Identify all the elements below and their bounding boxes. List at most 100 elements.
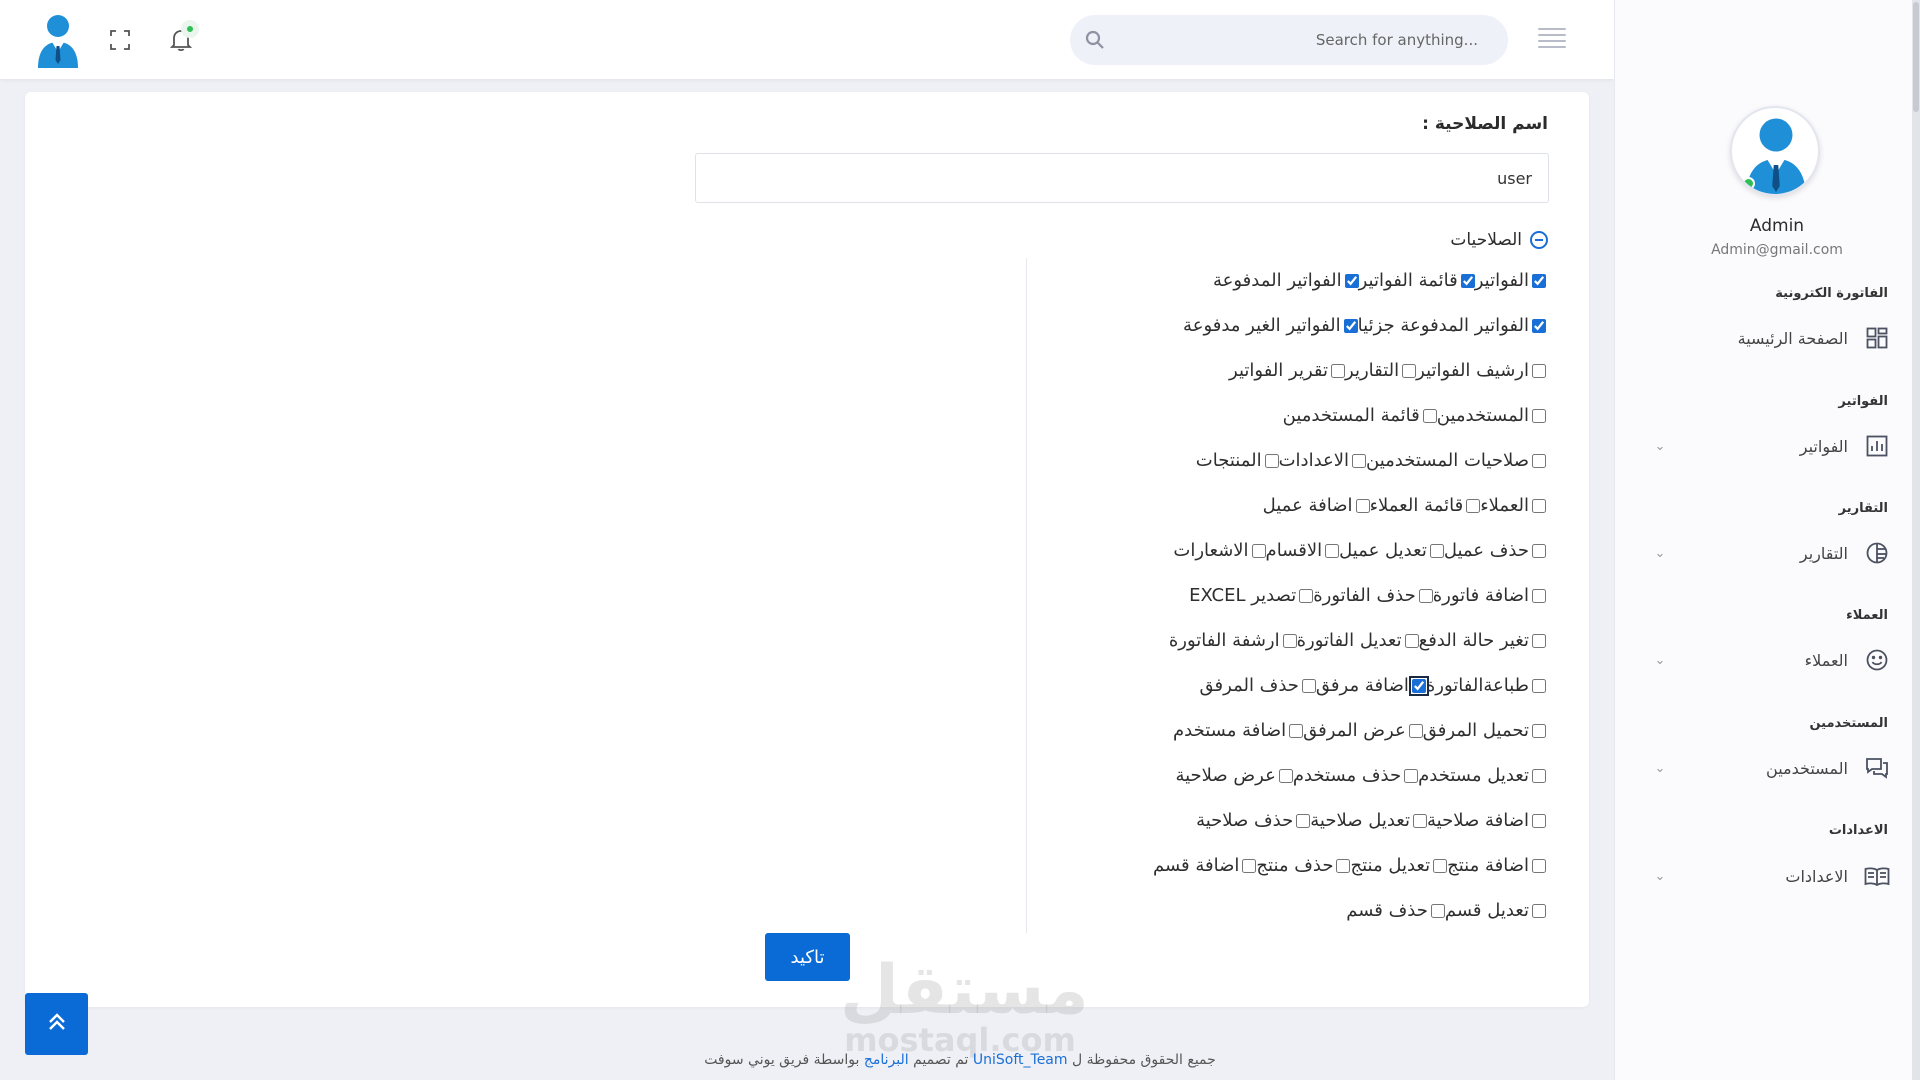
sidebar-item-clients[interactable]: العملاء ⌄ [1650,642,1890,678]
permission-checkbox[interactable] [1532,363,1546,378]
chevron-down-icon[interactable]: ⌄ [1650,439,1670,454]
permission-item[interactable]: الفواتير الغير مدفوعة [1183,315,1358,336]
sidebar-item-home[interactable]: الصفحة الرئيسية [1650,320,1890,356]
permission-checkbox[interactable] [1532,453,1546,468]
permission-checkbox[interactable] [1532,588,1546,603]
user-avatar-icon[interactable] [34,12,82,68]
permission-checkbox[interactable] [1413,813,1428,828]
permission-item[interactable]: العملاء [1480,495,1546,516]
sidebar-item-invoices[interactable]: الفواتير ⌄ [1650,428,1890,464]
chevron-down-icon[interactable]: ⌄ [1650,653,1670,668]
sidebar-item-settings[interactable]: الاعدادات ⌄ [1650,858,1890,894]
confirm-button[interactable]: تاكيد [765,933,850,981]
permission-checkbox[interactable] [1532,543,1546,558]
permission-checkbox[interactable] [1325,543,1340,558]
permission-checkbox[interactable] [1344,273,1359,288]
permission-item[interactable]: حذف منتج [1256,855,1351,876]
permission-item[interactable]: ارشيف الفواتير [1416,360,1546,381]
permission-checkbox[interactable] [1352,453,1367,468]
permission-checkbox[interactable] [1532,858,1546,873]
permission-checkbox[interactable] [1433,858,1448,873]
scroll-to-top-button[interactable] [25,993,88,1055]
permission-checkbox[interactable] [1418,588,1433,603]
search-input[interactable] [1120,15,1508,65]
sidebar-item-users[interactable]: المستخدمين ⌄ [1650,750,1890,786]
permission-item[interactable]: الاشعارات [1173,540,1266,561]
permission-item[interactable]: تحميل المرفق [1423,720,1546,741]
permission-item[interactable]: الفواتير [1475,270,1546,291]
permission-checkbox[interactable] [1408,675,1429,696]
permission-item[interactable]: ارشفة الفاتورة [1169,630,1297,651]
permission-item[interactable]: حذف قسم [1346,900,1445,921]
permission-checkbox[interactable] [1251,543,1266,558]
permission-item[interactable]: تعديل صلاحية [1310,810,1428,831]
permissions-heading[interactable]: الصلاحيات [1450,230,1548,250]
permission-checkbox[interactable] [1408,723,1423,738]
permission-checkbox[interactable] [1404,768,1419,783]
permission-item[interactable]: الاعدادات [1279,450,1367,471]
permission-item[interactable]: اضافة قسم [1153,855,1257,876]
search-box[interactable] [1070,15,1508,65]
notifications-bell-icon[interactable] [163,22,199,58]
permission-checkbox[interactable] [1355,498,1370,513]
permission-item[interactable]: حذف عميل [1444,540,1546,561]
permission-item[interactable]: تعديل عميل [1339,540,1444,561]
fullscreen-icon[interactable] [106,26,134,54]
permission-item[interactable]: تعديل مستخدم [1418,765,1546,786]
permission-checkbox[interactable] [1343,318,1358,333]
permission-checkbox[interactable] [1532,498,1546,513]
permission-item[interactable]: عرض المرفق [1303,720,1423,741]
permission-item[interactable]: المنتجات [1196,450,1279,471]
permission-item[interactable]: اضافة مستخدم [1173,720,1304,741]
permission-checkbox[interactable] [1430,903,1445,918]
permission-checkbox[interactable] [1532,408,1546,423]
permission-item[interactable]: تعديل قسم [1445,900,1546,921]
permission-checkbox[interactable] [1429,543,1444,558]
sidebar-scrollbar[interactable] [1912,0,1920,1080]
role-name-input[interactable] [695,153,1549,203]
permission-item[interactable]: تصدير EXCEL [1189,585,1314,606]
sidebar-item-reports[interactable]: التقارير ⌄ [1650,535,1890,571]
permission-checkbox[interactable] [1460,273,1475,288]
permission-item[interactable]: الفواتير المدفوعة جزئيا [1358,315,1546,336]
permission-item[interactable]: اضافة صلاحية [1427,810,1546,831]
menu-toggle-icon[interactable] [1538,28,1566,50]
permission-checkbox[interactable] [1289,723,1304,738]
permission-checkbox[interactable] [1278,768,1293,783]
permission-checkbox[interactable] [1404,633,1419,648]
permission-checkbox[interactable] [1532,678,1546,693]
permission-item[interactable]: حذف صلاحية [1196,810,1311,831]
permission-checkbox[interactable] [1532,633,1546,648]
permission-checkbox[interactable] [1299,588,1314,603]
permission-checkbox[interactable] [1532,723,1546,738]
permission-item[interactable]: الاقسام [1266,540,1340,561]
permission-item[interactable]: اضافة فاتورة [1433,585,1546,606]
permission-item[interactable]: الفواتير المدفوعة [1213,270,1359,291]
permission-checkbox[interactable] [1532,813,1546,828]
footer-team-link[interactable]: UniSoft_Team [973,1052,1068,1068]
permission-item[interactable]: قائمة المستخدمين [1283,405,1437,426]
permission-item[interactable]: تعديل الفاتورة [1297,630,1419,651]
search-icon[interactable] [1070,15,1120,65]
permission-checkbox[interactable] [1296,813,1311,828]
permission-checkbox[interactable] [1532,318,1546,333]
permission-checkbox[interactable] [1242,858,1257,873]
permission-checkbox[interactable] [1466,498,1481,513]
permission-checkbox[interactable] [1301,678,1316,693]
permission-checkbox[interactable] [1336,858,1351,873]
permission-item[interactable]: تعديل منتج [1350,855,1448,876]
collapse-circle-icon[interactable] [1530,231,1548,249]
permission-checkbox[interactable] [1282,633,1297,648]
permission-checkbox[interactable] [1532,273,1546,288]
permission-item[interactable]: المستخدمين [1437,405,1546,426]
permission-checkbox[interactable] [1422,408,1437,423]
permission-item[interactable]: قائمة الفواتير [1359,270,1475,291]
footer-program-link[interactable]: البرنامج [864,1052,909,1068]
chevron-down-icon[interactable]: ⌄ [1650,546,1670,561]
permission-item[interactable]: اضافة مرفق [1316,675,1429,696]
permission-item[interactable]: قائمة العملاء [1370,495,1481,516]
permission-checkbox[interactable] [1402,363,1417,378]
permission-item[interactable]: التقارير [1345,360,1417,381]
permission-item[interactable]: اضافة منتج [1447,855,1546,876]
permission-item[interactable]: صلاحيات المستخدمين [1366,450,1546,471]
